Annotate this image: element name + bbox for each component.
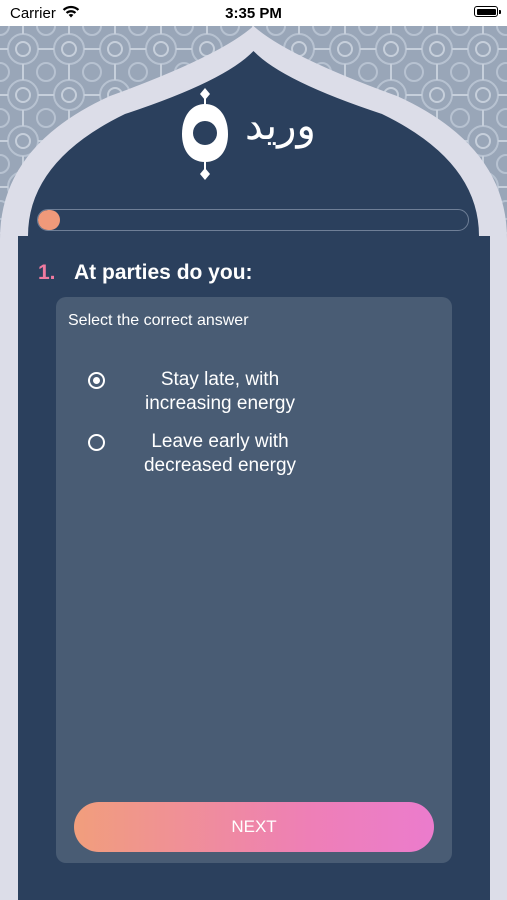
question-title: At parties do you:	[74, 261, 253, 284]
answer-option-label: Stay late, with increasing energy	[145, 369, 295, 414]
answer-option[interactable]: Stay late, with increasing energy	[88, 368, 428, 420]
next-button[interactable]: NEXT	[74, 802, 434, 852]
answer-option[interactable]: Leave early with decreased energy	[88, 430, 428, 482]
logo-icon	[182, 88, 228, 180]
answer-instruction: Select the correct answer	[68, 312, 249, 329]
progress-bar	[37, 209, 469, 231]
clock: 3:35 PM	[225, 5, 282, 22]
progress-fill	[38, 210, 60, 230]
radio-button[interactable]	[88, 372, 105, 389]
radio-button[interactable]	[88, 434, 105, 451]
answer-option-label: Leave early with decreased energy	[143, 431, 297, 476]
status-bar: Carrier 3:35 PM	[0, 0, 507, 26]
brand-logotype: وريد	[245, 103, 316, 149]
battery-icon	[474, 6, 501, 17]
question-number: 1.	[38, 261, 56, 284]
